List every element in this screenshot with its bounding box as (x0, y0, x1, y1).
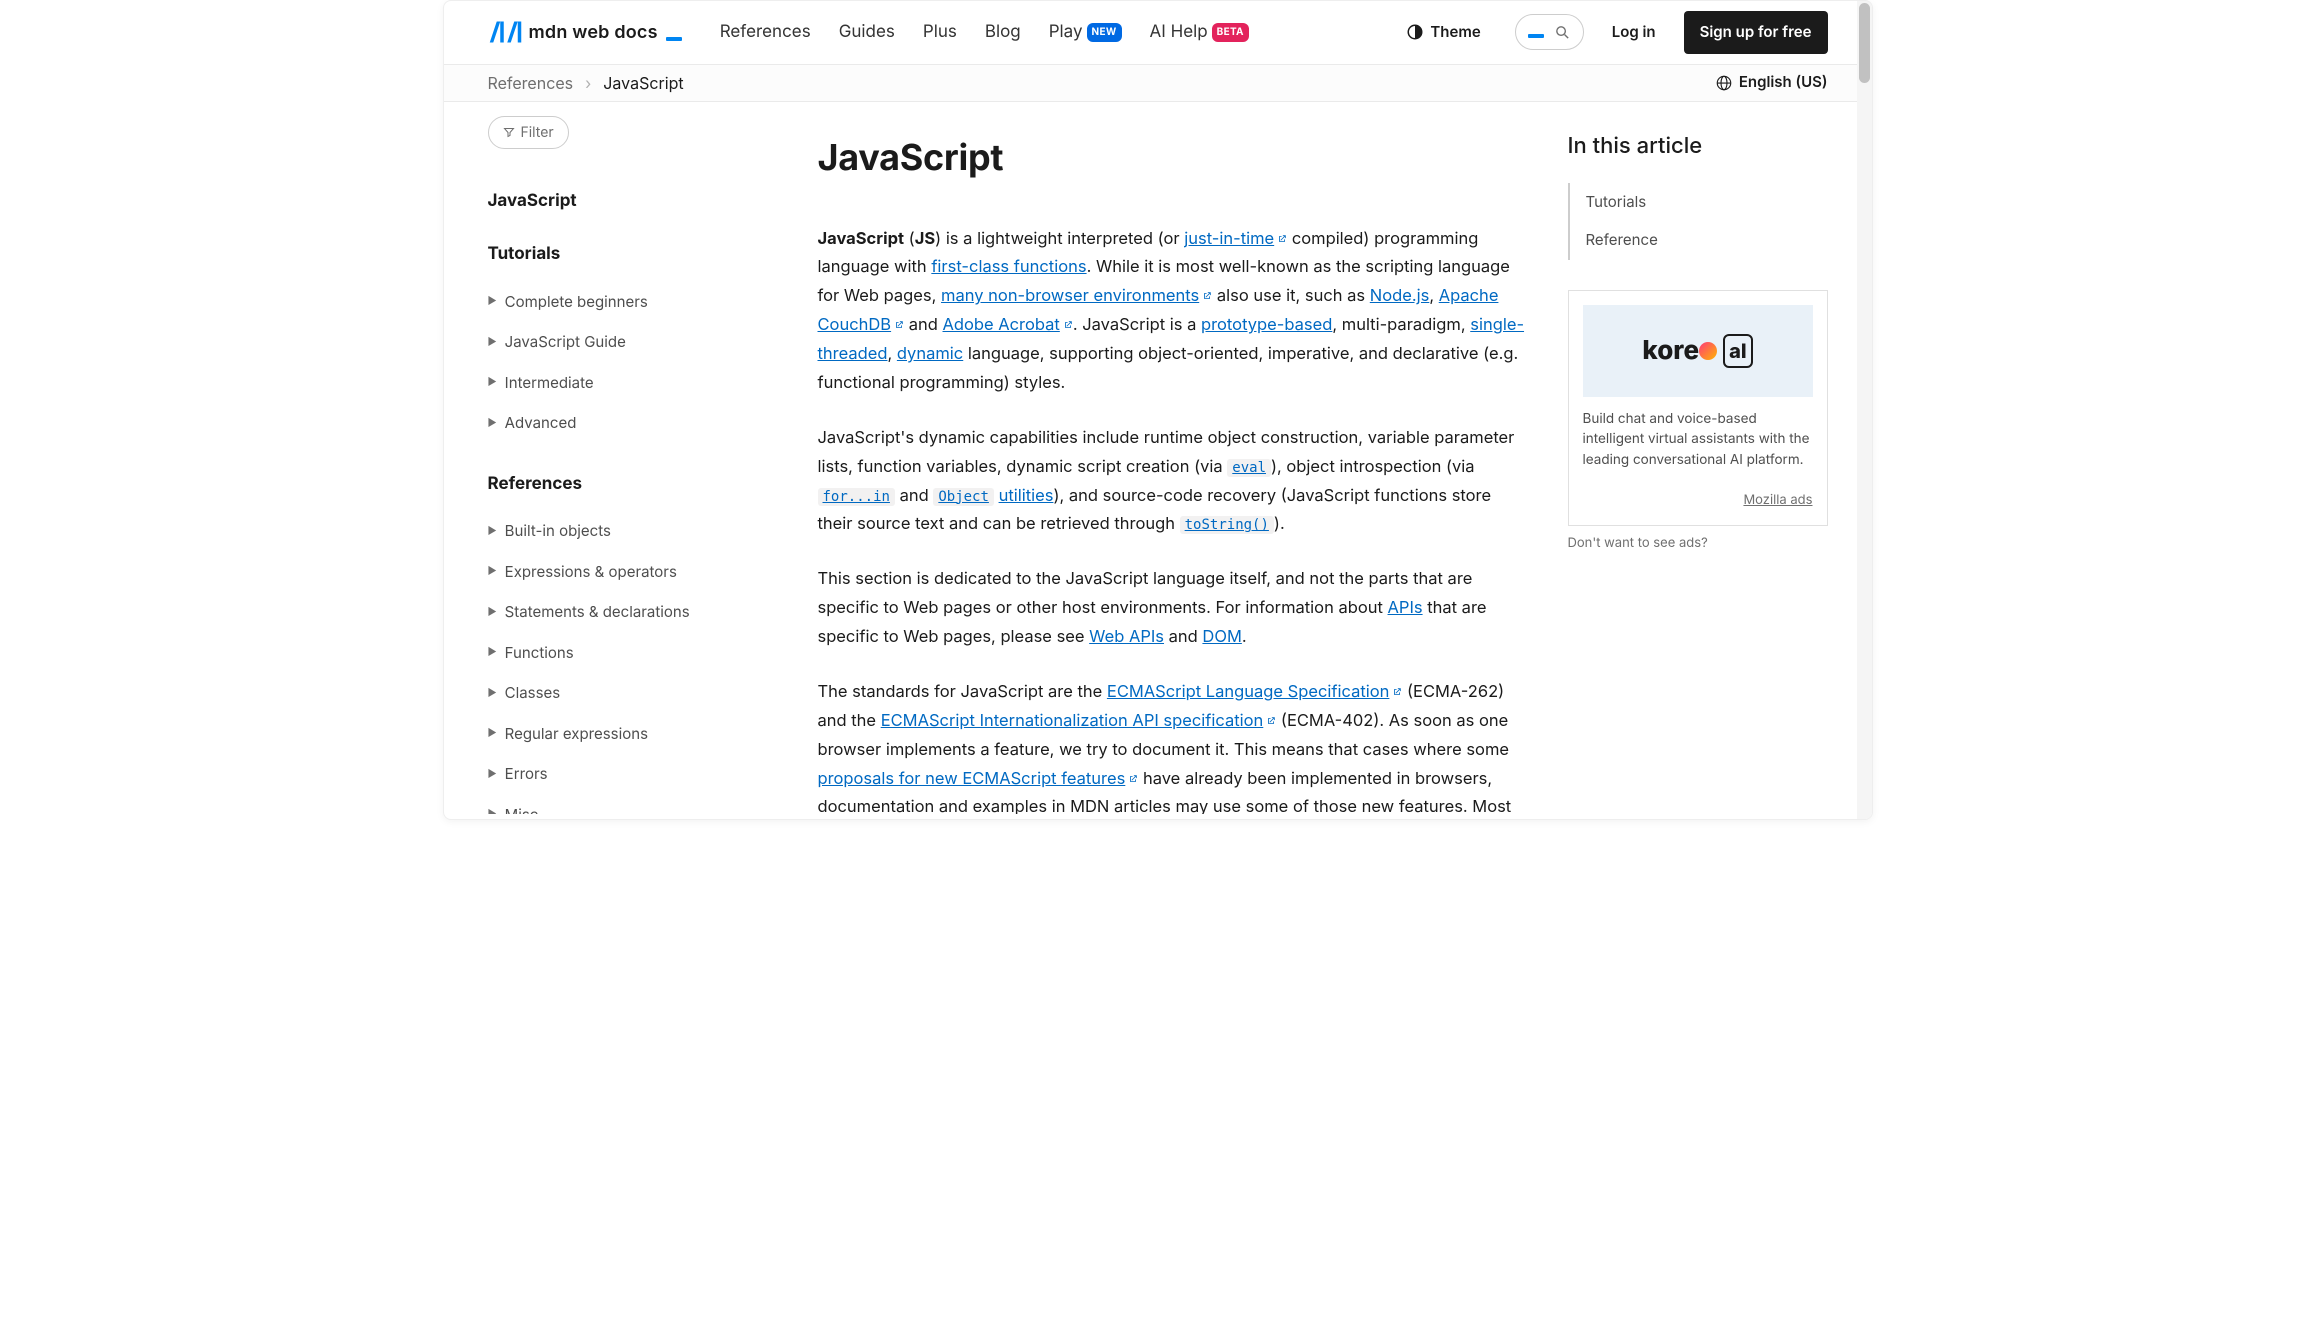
login-button[interactable]: Log in (1612, 21, 1656, 44)
mdn-logo[interactable]: mdn web docs (488, 18, 682, 46)
beta-badge: BETA (1212, 23, 1249, 42)
sidebar-item-builtin-objects[interactable]: ▶Built-in objects (488, 511, 778, 552)
link-jit[interactable]: just-in-time (1184, 228, 1287, 248)
mdn-logo-icon (488, 18, 523, 46)
nav-aihelp[interactable]: AI HelpBETA (1150, 20, 1249, 46)
chevron-right-icon: › (585, 71, 591, 95)
breadcrumb: References › JavaScript (488, 71, 684, 95)
link-non-browser-environments[interactable]: many non-browser environments (941, 285, 1212, 305)
link-nodejs[interactable]: Node.js (1370, 285, 1430, 305)
code-object[interactable]: Object (933, 488, 994, 506)
sidebar: Filter JavaScript Tutorials ▶Complete be… (488, 116, 788, 814)
filter-icon (503, 126, 515, 138)
sidebar-item-functions[interactable]: ▶Functions (488, 633, 778, 674)
article: JavaScript JavaScript (JS) is a lightwei… (818, 116, 1538, 814)
nav-blog[interactable]: Blog (985, 20, 1021, 46)
signup-button[interactable]: Sign up for free (1684, 11, 1828, 54)
sidebar-heading-tutorials: Tutorials (488, 242, 778, 268)
theme-button[interactable]: Theme (1406, 21, 1480, 44)
filter-button[interactable]: Filter (488, 116, 569, 149)
sidebar-item-errors[interactable]: ▶Errors (488, 754, 778, 795)
ad-optout-link[interactable]: Don't want to see ads? (1568, 534, 1828, 554)
breadcrumb-root[interactable]: References (488, 71, 574, 95)
scrollbar-thumb[interactable] (1859, 3, 1870, 83)
ad-box[interactable]: koreaI Build chat and voice-based intell… (1568, 290, 1828, 526)
paragraph-1: JavaScript (JS) is a lightweight interpr… (818, 224, 1528, 397)
breadcrumb-current: JavaScript (603, 71, 683, 95)
search-input[interactable] (1515, 14, 1584, 50)
link-ecmascript-spec[interactable]: ECMAScript Language Specification (1107, 681, 1402, 701)
triangle-right-icon: ▶ (488, 605, 497, 620)
triangle-right-icon: ▶ (488, 726, 497, 741)
toc-heading: In this article (1568, 130, 1828, 163)
code-for-in[interactable]: for...in (818, 488, 895, 506)
code-eval[interactable]: eval (1227, 459, 1271, 477)
nav-play[interactable]: PlayNEW (1049, 20, 1122, 46)
language-selector[interactable]: English (US) (1715, 71, 1828, 94)
triangle-right-icon: ▶ (488, 335, 497, 350)
code-tostring[interactable]: toString() (1180, 516, 1274, 534)
search-icon (1554, 24, 1571, 41)
search-cursor-icon (1528, 34, 1544, 38)
triangle-right-icon: ▶ (488, 686, 497, 701)
page-title: JavaScript (818, 130, 1528, 184)
ad-logo-dot-icon (1699, 342, 1717, 360)
sidebar-item-javascript-guide[interactable]: ▶JavaScript Guide (488, 322, 778, 363)
ad-text: Build chat and voice-based intelligent v… (1583, 409, 1813, 472)
sidebar-item-advanced[interactable]: ▶Advanced (488, 403, 778, 444)
sidebar-item-regular-expressions[interactable]: ▶Regular expressions (488, 714, 778, 755)
link-web-apis[interactable]: Web APIs (1089, 626, 1164, 646)
sidebar-item-intermediate[interactable]: ▶Intermediate (488, 363, 778, 404)
toc-item-tutorials[interactable]: Tutorials (1586, 183, 1828, 222)
sidebar-title[interactable]: JavaScript (488, 189, 778, 215)
toc: In this article Tutorials Reference kore… (1568, 116, 1828, 814)
triangle-right-icon: ▶ (488, 375, 497, 390)
breadcrumb-bar: References › JavaScript English (US) (444, 65, 1872, 102)
sidebar-item-classes[interactable]: ▶Classes (488, 673, 778, 714)
triangle-right-icon: ▶ (488, 645, 497, 660)
link-proposals[interactable]: proposals for new ECMAScript features (818, 768, 1139, 788)
link-dynamic[interactable]: dynamic (897, 343, 963, 363)
toc-item-reference[interactable]: Reference (1586, 221, 1828, 260)
link-acrobat[interactable]: Adobe Acrobat (943, 314, 1073, 334)
sidebar-item-statements-declarations[interactable]: ▶Statements & declarations (488, 592, 778, 633)
paragraph-2: JavaScript's dynamic capabilities includ… (818, 423, 1528, 539)
link-dom[interactable]: DOM (1202, 626, 1241, 646)
nav-guides[interactable]: Guides (839, 20, 895, 46)
sidebar-item-expressions-operators[interactable]: ▶Expressions & operators (488, 552, 778, 593)
triangle-right-icon: ▶ (488, 524, 497, 539)
scrollbar[interactable] (1857, 1, 1872, 819)
globe-icon (1715, 74, 1733, 92)
new-badge: NEW (1087, 23, 1122, 42)
triangle-right-icon: ▶ (488, 767, 497, 782)
paragraph-4: The standards for JavaScript are the ECM… (818, 677, 1528, 814)
sidebar-heading-references: References (488, 472, 778, 498)
nav-references[interactable]: References (720, 20, 811, 46)
triangle-right-icon: ▶ (488, 807, 497, 813)
link-first-class-functions[interactable]: first-class functions (931, 256, 1086, 276)
logo-text: mdn web docs (529, 19, 658, 46)
paragraph-3: This section is dedicated to the JavaScr… (818, 564, 1528, 651)
logo-cursor-icon (666, 37, 682, 41)
nav-plus[interactable]: Plus (923, 20, 957, 46)
ad-logo: koreaI (1583, 305, 1813, 397)
sidebar-item-misc[interactable]: ▶Misc (488, 795, 778, 814)
ad-attribution-link[interactable]: Mozilla ads (1583, 491, 1813, 511)
main-nav: References Guides Plus Blog PlayNEW AI H… (720, 20, 1249, 46)
link-ecmascript-intl-spec[interactable]: ECMAScript Internationalization API spec… (881, 710, 1277, 730)
triangle-right-icon: ▶ (488, 294, 497, 309)
link-prototype-based[interactable]: prototype-based (1201, 314, 1332, 334)
triangle-right-icon: ▶ (488, 564, 497, 579)
theme-icon (1406, 23, 1424, 41)
link-object-utilities[interactable]: utilities (999, 485, 1054, 505)
sidebar-item-complete-beginners[interactable]: ▶Complete beginners (488, 282, 778, 323)
triangle-right-icon: ▶ (488, 416, 497, 431)
link-apis[interactable]: APIs (1388, 597, 1423, 617)
top-nav: mdn web docs References Guides Plus Blog… (444, 1, 1872, 65)
